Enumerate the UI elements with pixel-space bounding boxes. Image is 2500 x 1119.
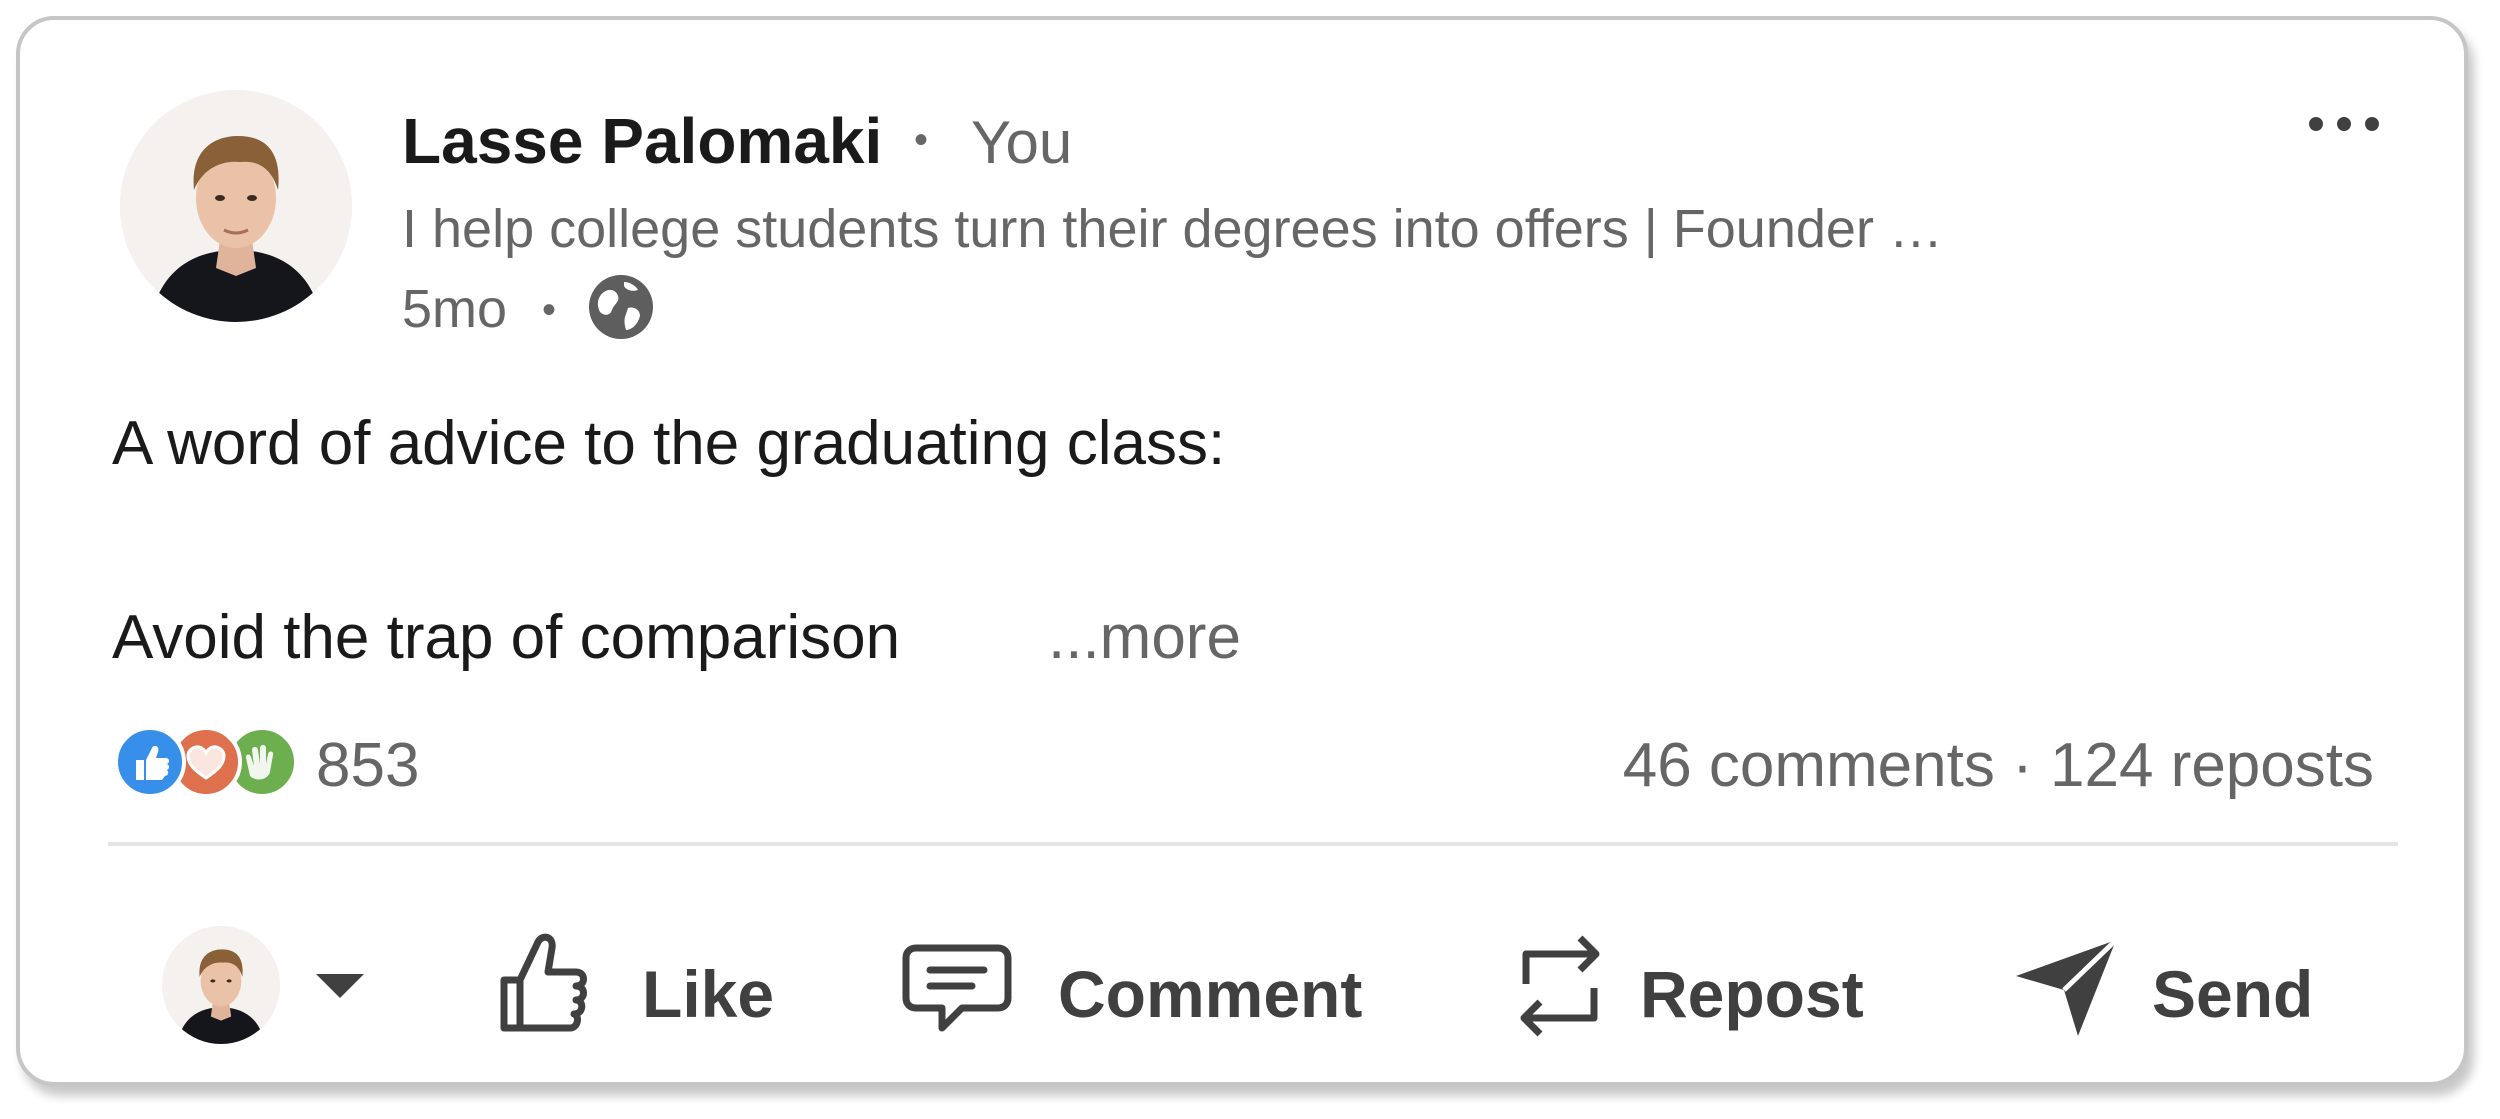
author-headline: I help college students turn their degre… bbox=[402, 199, 1943, 259]
reactions-summary[interactable] bbox=[114, 726, 314, 798]
comment-icon bbox=[902, 944, 1012, 1032]
comment-label: Comment bbox=[1058, 957, 1363, 1031]
author-avatar[interactable] bbox=[120, 90, 352, 322]
like-button[interactable]: Like bbox=[494, 920, 794, 1050]
send-label: Send bbox=[2152, 957, 2314, 1031]
post-timestamp: 5mo bbox=[402, 279, 508, 339]
divider bbox=[108, 842, 2398, 846]
counts-separator: · bbox=[2012, 731, 2033, 800]
social-counts: 46 comments · 124 reposts bbox=[1623, 730, 2374, 801]
like-reaction-icon bbox=[114, 726, 186, 798]
caret-down-icon[interactable] bbox=[314, 972, 366, 1000]
post-body-line-1: A word of advice to the graduating class… bbox=[112, 409, 1226, 478]
comments-count[interactable]: 46 comments bbox=[1623, 731, 1995, 800]
thumbs-up-icon bbox=[500, 933, 587, 1032]
repost-button[interactable]: Repost bbox=[1510, 920, 1910, 1050]
see-more-link[interactable]: ...more bbox=[1048, 602, 1241, 673]
relationship-label: You bbox=[971, 109, 1073, 176]
more-options-icon[interactable] bbox=[2306, 108, 2382, 140]
comment-button[interactable]: Comment bbox=[902, 920, 1382, 1050]
repost-icon bbox=[1520, 935, 1600, 1037]
reposts-count[interactable]: 124 reposts bbox=[2050, 731, 2374, 800]
post-body-line-2: Avoid the trap of comparison bbox=[112, 603, 901, 672]
send-icon bbox=[2016, 938, 2118, 1036]
send-button[interactable]: Send bbox=[2012, 920, 2372, 1050]
repost-label: Repost bbox=[1640, 957, 1864, 1031]
globe-icon bbox=[589, 275, 653, 339]
post-card: Lasse Palomaki • You I help college stud… bbox=[16, 16, 2468, 1086]
actor-avatar[interactable] bbox=[162, 926, 280, 1044]
timestamp-separator-dot: • bbox=[542, 288, 557, 332]
reaction-count[interactable]: 853 bbox=[316, 730, 419, 801]
name-separator-dot: • bbox=[914, 118, 929, 162]
author-name[interactable]: Lasse Palomaki bbox=[402, 104, 882, 178]
like-label: Like bbox=[642, 957, 775, 1031]
